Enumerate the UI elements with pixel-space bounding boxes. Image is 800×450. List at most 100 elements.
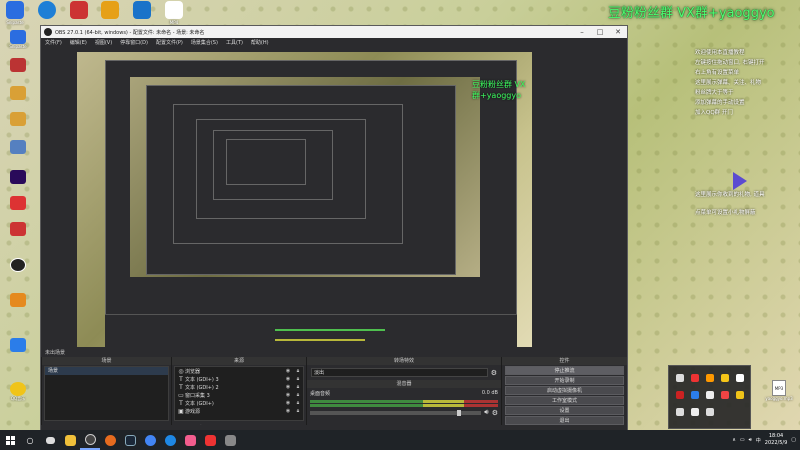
taskbar-firefox[interactable] — [100, 430, 120, 450]
source-item[interactable]: T 文本 (GDI+) 3 ◉ 🔒︎ — [175, 375, 303, 383]
lock-icon[interactable]: 🔒︎ — [293, 408, 303, 414]
tray-icon[interactable] — [733, 387, 746, 402]
tray-icon[interactable] — [688, 370, 701, 385]
volume-slider-knob[interactable] — [456, 409, 461, 416]
obs-preview[interactable]: 豆粉粉丝群 VX群+yaoggyo — [77, 52, 532, 355]
ime-icon[interactable]: 中 — [756, 437, 761, 444]
sources-list[interactable]: ◎ 浏览器 ◉ 🔒︎ T 文本 (GDI+) 3 ◉ 🔒︎ T 文本 (GDI+) 2 ◉ 🔒︎ … — [174, 366, 304, 421]
visibility-icon[interactable]: ◉ — [283, 392, 293, 398]
network-icon[interactable]: ▭ — [740, 437, 745, 443]
menu-view[interactable]: 视图(V) — [95, 39, 112, 46]
settings-button[interactable]: 设置 — [505, 406, 624, 415]
menu-edit[interactable]: 编辑(E) — [70, 39, 87, 46]
scenes-list[interactable]: 场景 — [44, 366, 169, 421]
taskbar-chrome[interactable] — [140, 430, 160, 450]
desktop-icon[interactable] — [4, 112, 32, 134]
lock-icon[interactable]: 🔒︎ — [293, 384, 303, 390]
visibility-icon[interactable]: ◉ — [283, 376, 293, 382]
volume-icon[interactable]: 🔊︎ — [749, 437, 752, 443]
search-button[interactable]: ○ — [20, 430, 40, 450]
desktop-icon[interactable] — [4, 222, 32, 244]
desktop-icon-mp3[interactable]: MP3 yaoggyo.mp3 — [762, 380, 796, 410]
volume-slider[interactable] — [310, 409, 482, 416]
desktop-icon[interactable] — [4, 58, 32, 80]
taskbar-steam[interactable] — [120, 430, 140, 450]
taskbar-obs[interactable] — [80, 430, 100, 450]
tray-icon[interactable] — [688, 387, 701, 402]
visibility-icon[interactable]: ◉ — [283, 400, 293, 406]
start-button[interactable] — [0, 430, 20, 450]
desktop-icon-app[interactable] — [64, 0, 94, 24]
tray-icon[interactable] — [688, 404, 701, 419]
close-button[interactable]: ✕ — [609, 26, 627, 38]
desktop-icon[interactable] — [4, 293, 32, 315]
desktop-icon[interactable]: Snipaste — [4, 30, 32, 52]
visibility-icon[interactable]: ◉ — [283, 368, 293, 374]
watermark-text: 豆粉粉丝群 VX群+yaoggyo — [608, 6, 775, 21]
transition-settings-icon[interactable]: ⚙ — [491, 369, 497, 377]
minimize-button[interactable]: – — [573, 26, 591, 38]
desktop-icon-app[interactable] — [32, 0, 62, 24]
desktop-icon-app[interactable] — [127, 0, 157, 24]
tray-icon[interactable] — [733, 370, 746, 385]
source-item[interactable]: ▭ 窗口采集 3 ◉ 🔒︎ — [175, 391, 303, 399]
tray-icon[interactable] — [703, 404, 716, 419]
lock-icon[interactable]: 🔒︎ — [293, 376, 303, 382]
desktop-icon-premiere[interactable] — [4, 170, 32, 192]
taskbar-edge[interactable] — [160, 430, 180, 450]
notification-icon[interactable]: ▢ — [791, 437, 796, 443]
lock-icon[interactable]: 🔒︎ — [293, 392, 303, 398]
lock-icon[interactable]: 🔒︎ — [293, 400, 303, 406]
start-virtual-camera-button[interactable]: 启动虚拟摄像机 — [505, 386, 624, 395]
source-item[interactable]: T 文本 (GDI+) ◉ 🔒︎ — [175, 399, 303, 407]
mixer-db: 0.0 dB — [481, 390, 498, 396]
stop-streaming-button[interactable]: 停止推流 — [505, 366, 624, 375]
taskbar-bilibili[interactable] — [180, 430, 200, 450]
desktop-icon-app[interactable] — [95, 0, 125, 24]
source-item[interactable]: ◎ 浏览器 ◉ 🔒︎ — [175, 367, 303, 375]
menu-scene-collection[interactable]: 场景集合(S) — [191, 39, 218, 46]
menu-tools[interactable]: 工具(T) — [226, 39, 243, 46]
menu-docks[interactable]: 停靠窗口(D) — [120, 39, 148, 46]
tray-icon[interactable] — [673, 387, 686, 402]
transition-select[interactable]: 淡出 — [311, 368, 488, 377]
mixer-dock-title: 混音器 — [307, 380, 501, 388]
obs-titlebar[interactable]: OBS 27.0.1 (64-bit, windows) - 配置文件: 未命名… — [41, 26, 627, 38]
menu-file[interactable]: 文件(F) — [45, 39, 62, 46]
tray-icon[interactable] — [673, 370, 686, 385]
desktop-icon[interactable] — [4, 196, 32, 218]
taskbar-explorer[interactable] — [60, 430, 80, 450]
tray-icon[interactable] — [703, 370, 716, 385]
desktop-icon[interactable] — [4, 140, 32, 162]
desktop-icon[interactable] — [4, 86, 32, 108]
studio-mode-button[interactable]: 工作室模式 — [505, 396, 624, 405]
taskbar-task-view[interactable] — [40, 430, 60, 450]
taskbar-app[interactable] — [200, 430, 220, 450]
source-item[interactable]: ▣ 游戏源 ◉ 🔒︎ — [175, 407, 303, 415]
taskbar-app[interactable] — [220, 430, 240, 450]
lock-icon[interactable]: 🔒︎ — [293, 368, 303, 374]
menu-profile[interactable]: 配置文件(P) — [156, 39, 183, 46]
obs-main-window[interactable]: OBS 27.0.1 (64-bit, windows) - 配置文件: 未命名… — [40, 25, 628, 433]
desktop-icon-obs[interactable] — [4, 258, 32, 280]
tray-chevron-up-icon[interactable]: ∧ — [732, 437, 736, 443]
desktop-icon[interactable] — [4, 338, 32, 360]
clock[interactable]: 18:04 2022/5/9 — [765, 433, 787, 447]
visibility-icon[interactable]: ◉ — [283, 408, 293, 414]
mixer-settings-icon[interactable]: ⚙ — [492, 409, 498, 417]
tray-icon[interactable] — [718, 387, 731, 402]
speaker-icon[interactable]: 🔊︎ — [484, 408, 488, 417]
scene-item[interactable]: 场景 — [45, 367, 168, 375]
tray-icon[interactable] — [673, 404, 686, 419]
source-item[interactable]: T 文本 (GDI+) 2 ◉ 🔒︎ — [175, 383, 303, 391]
desktop-icon-qqmusic[interactable]: QQ音乐 — [4, 382, 32, 404]
desktop-icon-mp4[interactable]: MP4 — [159, 0, 189, 25]
menu-help[interactable]: 帮助(H) — [251, 39, 269, 46]
visibility-icon[interactable]: ◉ — [283, 384, 293, 390]
app-icon — [224, 434, 236, 446]
tray-icon[interactable] — [703, 387, 716, 402]
maximize-button[interactable]: □ — [591, 26, 609, 38]
tray-icon[interactable] — [718, 370, 731, 385]
exit-button[interactable]: 退出 — [505, 416, 624, 425]
start-recording-button[interactable]: 开始录制 — [505, 376, 624, 385]
